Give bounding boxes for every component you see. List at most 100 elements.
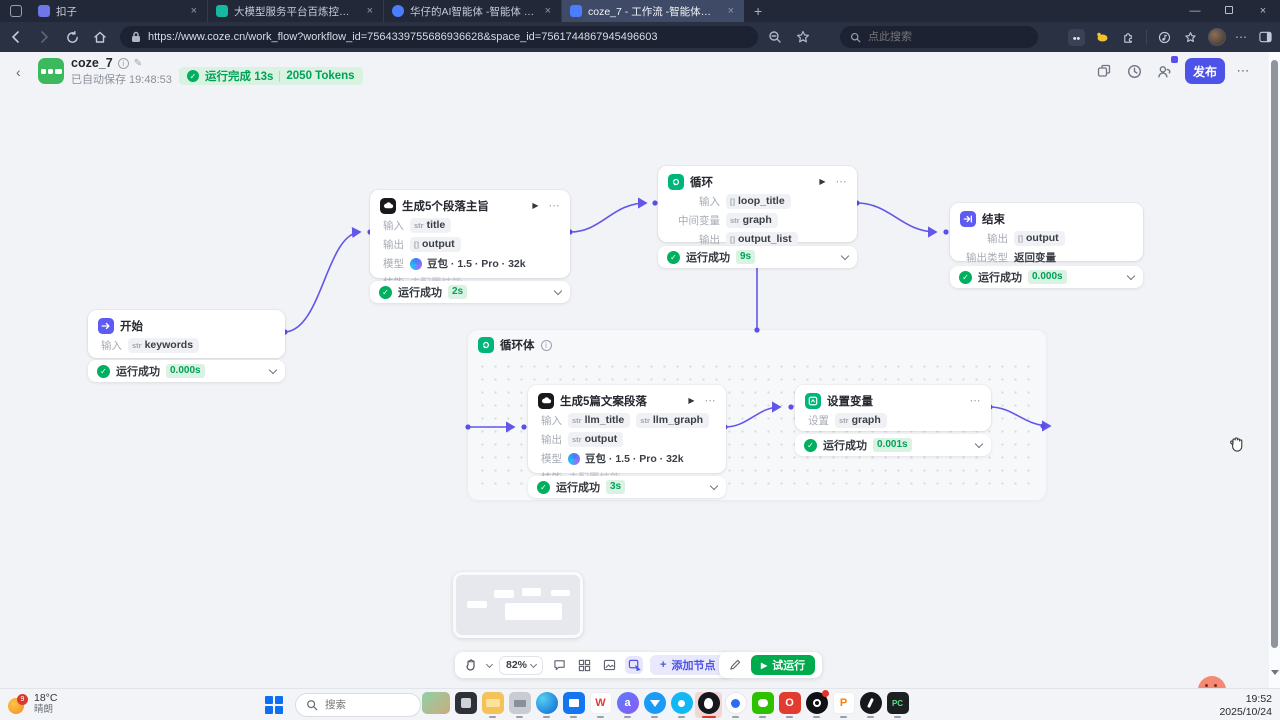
node-end[interactable]: 结束 输出 []output 输出类型 返回变量 [950, 203, 1143, 261]
snapshot-icon[interactable] [600, 656, 618, 674]
obs-icon[interactable] [803, 692, 830, 718]
history-icon[interactable] [1122, 59, 1146, 83]
chevron-down-icon[interactable] [710, 481, 718, 489]
node-end-status[interactable]: ✓ 运行成功 0.000s [950, 266, 1143, 288]
hand-tool-icon[interactable] [462, 656, 480, 674]
test-run-button[interactable]: ▶ 试运行 [751, 655, 815, 675]
window-minimize-button[interactable]: — [1178, 0, 1212, 22]
more-icon[interactable]: ⋯ [970, 394, 982, 407]
favorites-icon[interactable] [1182, 29, 1199, 46]
window-restore-button[interactable] [1212, 0, 1246, 22]
dark-circle-app-icon[interactable] [857, 692, 884, 718]
forward-icon[interactable] [32, 25, 56, 49]
qq-music-icon[interactable] [668, 692, 695, 718]
node-setvar-status[interactable]: ✓ 运行成功 0.001s [795, 434, 991, 456]
workflow-canvas[interactable]: 循环体 i [0, 52, 1280, 688]
node-llm-paragraph-topics[interactable]: 生成5个段落主旨 ▶ ⋯ 输入 strtitle 输出 []output 模型 … [370, 190, 570, 278]
back-chevron-icon[interactable]: ‹ [16, 64, 21, 80]
tab-agent[interactable]: 华仔的AI智能体 -智能体 - 扣子 × [384, 0, 562, 22]
node-start[interactable]: 开始 输入 strkeywords [88, 310, 285, 358]
zoom-level-select[interactable]: 82% [499, 656, 543, 675]
node-loop-status[interactable]: ✓ 运行成功 9s [658, 246, 857, 268]
red-o-app-icon[interactable]: O [776, 692, 803, 718]
minimap[interactable] [453, 572, 583, 638]
collaborators-icon[interactable] [1152, 59, 1176, 83]
sidebar-toggle-icon[interactable] [1257, 29, 1274, 46]
hand-tool-caret[interactable] [486, 660, 493, 667]
back-icon[interactable] [4, 25, 28, 49]
new-tab-button[interactable]: + [754, 3, 762, 19]
select-tool-icon[interactable] [625, 656, 643, 674]
more-icon[interactable]: ⋯ [836, 175, 848, 188]
layout-grid-icon[interactable] [575, 656, 593, 674]
url-bar[interactable]: https://www.coze.cn/work_flow?workflow_i… [120, 26, 758, 48]
tab-close-icon[interactable]: × [365, 5, 375, 17]
browser-search-input[interactable] [868, 31, 998, 43]
chevron-down-icon[interactable] [269, 365, 277, 373]
more-menu-icon[interactable]: ⋯ [1231, 59, 1255, 83]
pycharm-icon[interactable]: PC [884, 692, 911, 718]
edge-icon[interactable] [533, 692, 560, 718]
tab-close-icon[interactable]: × [726, 5, 736, 17]
publish-button[interactable]: 发布 [1185, 58, 1225, 84]
start-button[interactable] [265, 696, 283, 714]
tencent-docs-icon[interactable] [722, 692, 749, 718]
debug-pencil-icon[interactable] [726, 656, 744, 674]
play-icon[interactable]: ▶ [688, 396, 694, 405]
extension-pet-icon[interactable] [1094, 29, 1111, 46]
frames-icon[interactable] [1092, 59, 1116, 83]
reload-icon[interactable] [60, 25, 84, 49]
zoom-out-icon[interactable] [764, 26, 786, 48]
browser-menu-icon[interactable]: ⋯ [1235, 30, 1248, 44]
more-icon[interactable]: ⋯ [549, 199, 561, 212]
browser-logo-icon[interactable] [10, 5, 22, 17]
music-extension-icon[interactable] [1156, 29, 1173, 46]
microsoft-store-icon[interactable] [560, 692, 587, 718]
profile-avatar[interactable] [1208, 28, 1226, 46]
taskbar-search[interactable] [295, 693, 421, 717]
chevron-down-icon[interactable] [841, 251, 849, 259]
window-close-button[interactable]: × [1246, 0, 1280, 22]
node-llm2-status[interactable]: ✓ 运行成功 3s [528, 476, 726, 498]
wps-office-icon[interactable]: W [587, 692, 614, 718]
node-set-variable[interactable]: 设置变量 ⋯ 设置 strgraph [795, 385, 991, 431]
extensions-puzzle-icon[interactable] [1120, 29, 1137, 46]
widgets-icon[interactable] [420, 692, 452, 718]
home-icon[interactable] [88, 25, 112, 49]
qq-icon[interactable] [695, 692, 722, 718]
tab-coze7-workflow[interactable]: coze_7 - 工作流 -智能体平台 × [562, 0, 744, 22]
file-explorer-icon[interactable] [479, 692, 506, 718]
xunlei-icon[interactable] [641, 692, 668, 718]
page-scrollbar[interactable] [1269, 52, 1280, 688]
edit-icon[interactable]: ✎ [134, 58, 142, 69]
tab-close-icon[interactable]: × [189, 5, 199, 17]
taskbar-weather[interactable]: 9 18°C 晴朗 [8, 692, 57, 715]
play-icon[interactable]: ▶ [532, 201, 538, 210]
node-llm1-status[interactable]: ✓ 运行成功 2s [370, 281, 570, 303]
play-icon[interactable]: ▶ [819, 177, 825, 186]
add-node-button[interactable]: + 添加节点 [650, 655, 725, 675]
tab-kouzi[interactable]: 扣子 × [30, 0, 208, 22]
tab-close-icon[interactable]: × [543, 5, 553, 17]
wechat-icon[interactable] [749, 692, 776, 718]
scrollbar-thumb[interactable] [1271, 60, 1278, 648]
quark-icon[interactable]: a [614, 692, 641, 718]
chevron-down-icon[interactable] [1127, 271, 1135, 279]
chevron-down-icon[interactable] [975, 439, 983, 447]
tab-bailian[interactable]: 大模型服务平台百炼控制台 × [208, 0, 384, 22]
task-view-icon[interactable] [452, 692, 479, 718]
node-loop[interactable]: 循环 ▶ ⋯ 输入 []loop_title 中间变量 strgraph 输出 … [658, 166, 857, 242]
scrollbar-down-arrow[interactable] [1271, 670, 1279, 675]
chevron-down-icon[interactable] [554, 286, 562, 294]
comment-icon[interactable] [550, 656, 568, 674]
bookmark-star-icon[interactable] [792, 26, 814, 48]
extension-tampermonkey-icon[interactable] [1068, 29, 1085, 46]
taskbar-search-input[interactable] [325, 699, 405, 711]
node-start-status[interactable]: ✓ 运行成功 0.000s [88, 360, 285, 382]
pp-app-icon[interactable]: P [830, 692, 857, 718]
browser-search-box[interactable] [840, 26, 1038, 48]
taskbar-clock[interactable]: 19:52 2025/10/24 [1219, 693, 1272, 718]
assistant-peek-button[interactable] [1198, 676, 1226, 688]
scanner-device-icon[interactable] [506, 692, 533, 718]
node-llm-copy-paragraphs[interactable]: 生成5篇文案段落 ▶ ⋯ 输入 strllm_title strllm_grap… [528, 385, 726, 473]
